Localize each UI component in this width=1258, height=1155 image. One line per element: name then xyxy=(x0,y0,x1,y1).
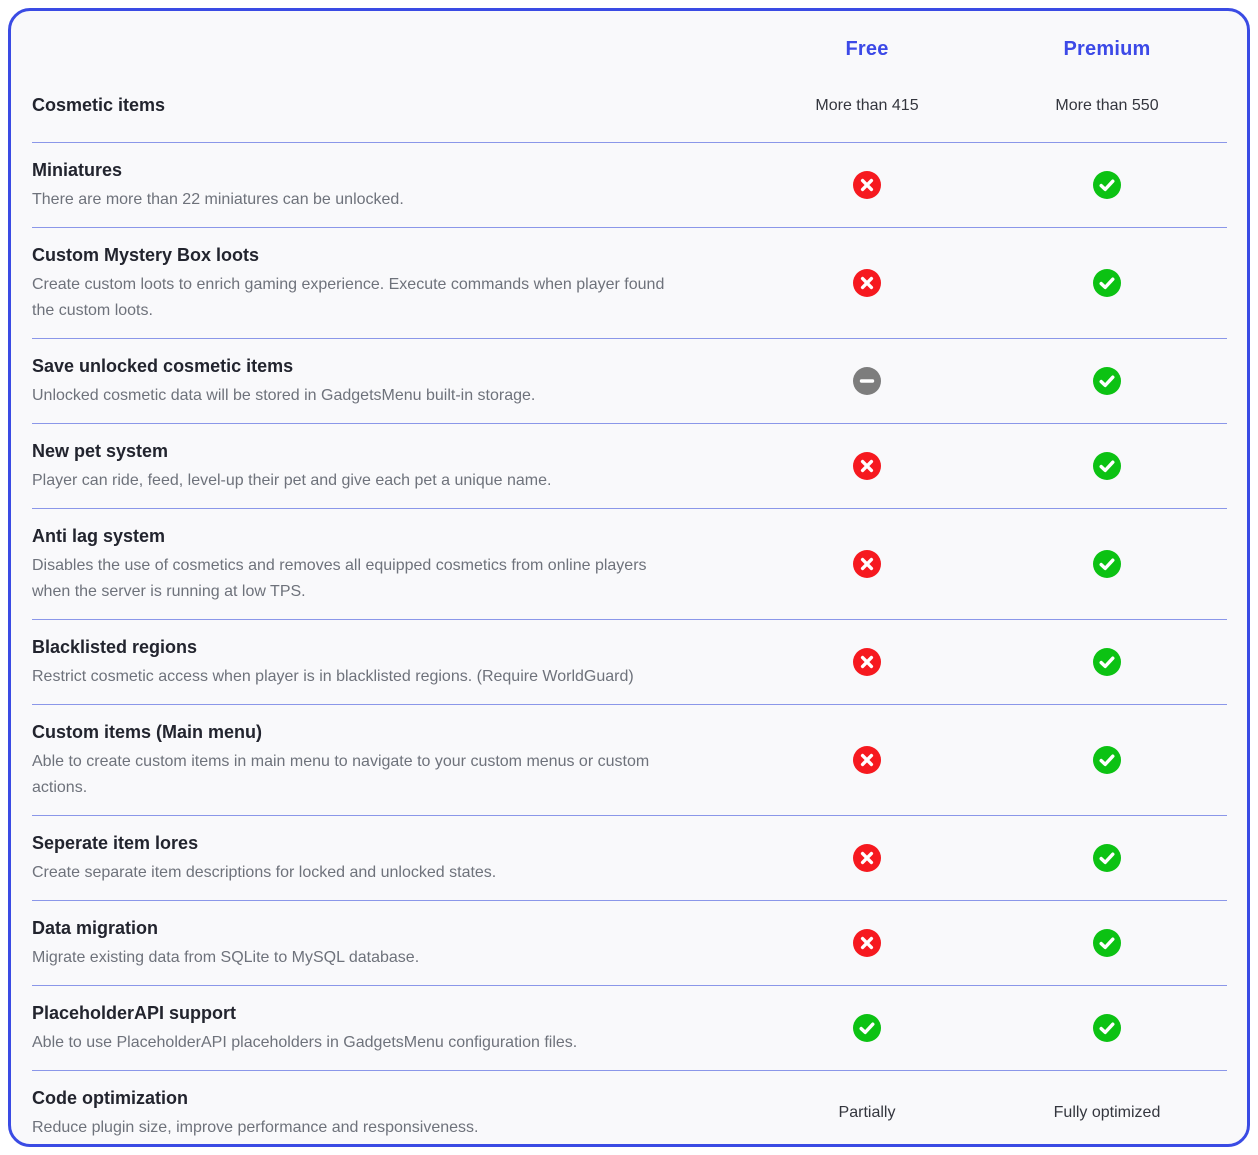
feature-text-block: Seperate item lores Create separate item… xyxy=(32,830,747,886)
premium-status-cell xyxy=(987,367,1227,395)
feature-text-block: Data migration Migrate existing data fro… xyxy=(32,915,747,971)
feature-text-block: Anti lag system Disables the use of cosm… xyxy=(32,523,747,605)
feature-text-block: PlaceholderAPI support Able to use Place… xyxy=(32,1000,747,1056)
feature-text-block: Blacklisted regions Restrict cosmetic ac… xyxy=(32,634,747,690)
premium-status-cell xyxy=(987,648,1227,676)
check-icon xyxy=(1093,648,1121,676)
feature-row: Save unlocked cosmetic items Unlocked co… xyxy=(32,338,1227,423)
premium-status-text: Fully optimized xyxy=(1054,1104,1161,1122)
premium-status-cell xyxy=(987,269,1227,297)
feature-title: Miniatures xyxy=(32,157,727,184)
free-status-cell xyxy=(747,367,987,395)
feature-title: Blacklisted regions xyxy=(32,634,727,661)
feature-description: Player can ride, feed, level-up their pe… xyxy=(32,468,687,494)
cross-icon xyxy=(853,269,881,297)
feature-description: Restrict cosmetic access when player is … xyxy=(32,664,687,690)
feature-row: Custom Mystery Box loots Create custom l… xyxy=(32,227,1227,338)
check-icon xyxy=(1093,452,1121,480)
feature-title: Custom Mystery Box loots xyxy=(32,242,727,269)
feature-description: Reduce plugin size, improve performance … xyxy=(32,1115,687,1141)
free-status-cell: Partially xyxy=(747,1104,987,1122)
check-icon xyxy=(1093,269,1121,297)
plan-header-row: Free Premium xyxy=(32,11,1227,61)
feature-row: Seperate item lores Create separate item… xyxy=(32,815,1227,900)
premium-status-cell: Fully optimized xyxy=(987,1104,1227,1122)
premium-status-cell xyxy=(987,452,1227,480)
feature-row: Code optimization Reduce plugin size, im… xyxy=(32,1070,1227,1147)
cross-icon xyxy=(853,844,881,872)
feature-title: New pet system xyxy=(32,438,727,465)
feature-description: Create custom loots to enrich gaming exp… xyxy=(32,272,687,324)
cross-icon xyxy=(853,171,881,199)
feature-text-block: New pet system Player can ride, feed, le… xyxy=(32,438,747,494)
feature-row: Anti lag system Disables the use of cosm… xyxy=(32,508,1227,619)
free-status-cell xyxy=(747,746,987,774)
free-status-text: Partially xyxy=(839,1104,896,1122)
summary-free-value: More than 415 xyxy=(747,97,987,115)
check-icon xyxy=(853,1014,881,1042)
feature-title: Custom items (Main menu) xyxy=(32,719,727,746)
plan-label-free: Free xyxy=(747,38,987,61)
cross-icon xyxy=(853,929,881,957)
feature-description: Unlocked cosmetic data will be stored in… xyxy=(32,383,687,409)
check-icon xyxy=(1093,367,1121,395)
feature-row: PlaceholderAPI support Able to use Place… xyxy=(32,985,1227,1070)
feature-rows: Miniatures There are more than 22 miniat… xyxy=(32,142,1227,1147)
feature-comparison-card: Free Premium Cosmetic items More than 41… xyxy=(8,8,1250,1147)
feature-title: Save unlocked cosmetic items xyxy=(32,353,727,380)
premium-status-cell xyxy=(987,746,1227,774)
feature-row: Miniatures There are more than 22 miniat… xyxy=(32,142,1227,227)
free-status-cell xyxy=(747,1014,987,1042)
plan-label-premium: Premium xyxy=(987,38,1227,61)
feature-title: Seperate item lores xyxy=(32,830,727,857)
minus-icon xyxy=(853,367,881,395)
free-status-cell xyxy=(747,648,987,676)
check-icon xyxy=(1093,550,1121,578)
summary-premium-value: More than 550 xyxy=(987,97,1227,115)
feature-text-block: Code optimization Reduce plugin size, im… xyxy=(32,1085,747,1141)
feature-description: Able to create custom items in main menu… xyxy=(32,749,687,801)
feature-text-block: Save unlocked cosmetic items Unlocked co… xyxy=(32,353,747,409)
check-icon xyxy=(1093,1014,1121,1042)
premium-status-cell xyxy=(987,1014,1227,1042)
feature-row: New pet system Player can ride, feed, le… xyxy=(32,423,1227,508)
feature-text-block: Custom Mystery Box loots Create custom l… xyxy=(32,242,747,324)
feature-description: Disables the use of cosmetics and remove… xyxy=(32,553,687,605)
premium-status-cell xyxy=(987,550,1227,578)
feature-text-block: Miniatures There are more than 22 miniat… xyxy=(32,157,747,213)
feature-row: Custom items (Main menu) Able to create … xyxy=(32,704,1227,815)
free-status-cell xyxy=(747,452,987,480)
check-icon xyxy=(1093,746,1121,774)
feature-title: Data migration xyxy=(32,915,727,942)
feature-description: Create separate item descriptions for lo… xyxy=(32,860,687,886)
feature-text-block: Custom items (Main menu) Able to create … xyxy=(32,719,747,801)
feature-title: Code optimization xyxy=(32,1085,727,1112)
cosmetic-items-summary-row: Cosmetic items More than 415 More than 5… xyxy=(32,95,1227,142)
free-status-cell xyxy=(747,844,987,872)
cross-icon xyxy=(853,452,881,480)
feature-row: Data migration Migrate existing data fro… xyxy=(32,900,1227,985)
check-icon xyxy=(1093,171,1121,199)
cross-icon xyxy=(853,746,881,774)
premium-status-cell xyxy=(987,844,1227,872)
feature-row: Blacklisted regions Restrict cosmetic ac… xyxy=(32,619,1227,704)
check-icon xyxy=(1093,929,1121,957)
feature-title: PlaceholderAPI support xyxy=(32,1000,727,1027)
free-status-cell xyxy=(747,269,987,297)
summary-title: Cosmetic items xyxy=(32,95,747,116)
cross-icon xyxy=(853,550,881,578)
free-status-cell xyxy=(747,929,987,957)
feature-description: There are more than 22 miniatures can be… xyxy=(32,187,687,213)
free-status-cell xyxy=(747,550,987,578)
premium-status-cell xyxy=(987,929,1227,957)
cross-icon xyxy=(853,648,881,676)
feature-title: Anti lag system xyxy=(32,523,727,550)
check-icon xyxy=(1093,844,1121,872)
feature-description: Migrate existing data from SQLite to MyS… xyxy=(32,945,687,971)
premium-status-cell xyxy=(987,171,1227,199)
feature-description: Able to use PlaceholderAPI placeholders … xyxy=(32,1030,687,1056)
free-status-cell xyxy=(747,171,987,199)
